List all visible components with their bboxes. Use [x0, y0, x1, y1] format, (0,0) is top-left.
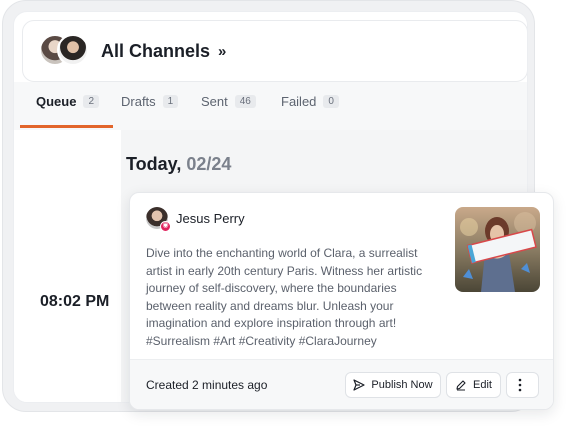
post-card[interactable]: ◉ Jesus Perry Dive into the enchanting w… — [129, 192, 554, 410]
more-vertical-icon — [518, 378, 521, 392]
tab-label: Drafts — [121, 94, 156, 109]
channel-avatars — [39, 34, 91, 68]
tab-count: 2 — [83, 95, 100, 108]
tab-count: 46 — [234, 95, 256, 108]
channel-selector[interactable]: All Channels » — [22, 20, 527, 82]
tab-label: Queue — [36, 94, 77, 109]
active-tab-indicator — [20, 125, 113, 128]
post-author: ◉ Jesus Perry — [146, 207, 245, 232]
thumbnail-image — [455, 207, 540, 292]
tab-bar: Queue 2 Drafts 1 Sent 46 Failed 0 — [14, 82, 527, 130]
edit-label: Edit — [473, 379, 492, 391]
post-thumbnail[interactable] — [455, 207, 540, 292]
avatar — [57, 34, 89, 66]
day-heading: Today, 02/24 — [126, 154, 231, 175]
tab-queue[interactable]: Queue 2 — [36, 94, 100, 109]
pencil-icon — [456, 380, 466, 391]
double-chevron-right-icon[interactable]: » — [218, 43, 226, 60]
created-timestamp: Created 2 minutes ago — [146, 378, 268, 392]
time-column — [14, 130, 121, 402]
tab-count: 1 — [162, 95, 179, 108]
post-text: Dive into the enchanting world of Clara,… — [146, 246, 423, 348]
day-label: Today, — [126, 154, 182, 174]
tab-count: 0 — [323, 95, 339, 108]
channel-title: All Channels — [101, 40, 211, 61]
send-icon — [353, 379, 366, 391]
edit-button[interactable]: Edit — [446, 372, 501, 398]
publish-now-label: Publish Now — [371, 379, 433, 391]
more-options-button[interactable] — [506, 372, 539, 398]
tab-drafts[interactable]: Drafts 1 — [121, 94, 179, 109]
day-date: 02/24 — [186, 154, 232, 174]
tab-label: Failed — [281, 94, 317, 109]
author-name: Jesus Perry — [176, 210, 245, 226]
avatar: ◉ — [146, 207, 171, 232]
scheduled-time: 08:02 PM — [40, 293, 110, 310]
instagram-icon: ◉ — [160, 221, 171, 232]
publish-now-button[interactable]: Publish Now — [345, 372, 441, 398]
tab-label: Sent — [201, 94, 228, 109]
tab-sent[interactable]: Sent 46 — [201, 94, 256, 109]
post-card-footer: Created 2 minutes ago Publish Now Edit — [130, 359, 553, 409]
tab-failed[interactable]: Failed 0 — [281, 94, 339, 109]
